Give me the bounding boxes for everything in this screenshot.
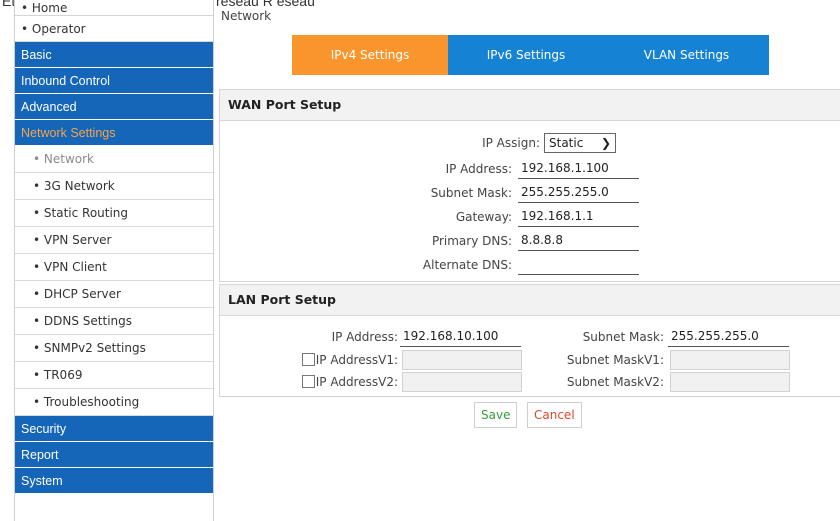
sidebar-section-system[interactable]: System (15, 468, 213, 494)
sidebar-section-security[interactable]: Security (15, 416, 213, 442)
lan-panel-title: LAN Port Setup (220, 285, 840, 316)
cancel-button[interactable]: Cancel (527, 402, 582, 428)
ip-assign-value: Static (549, 136, 584, 150)
settings-tabs: IPv4 Settings IPv6 Settings VLAN Setting… (292, 35, 769, 75)
ip-v2-checkbox[interactable] (301, 375, 315, 388)
wan-subnet-mask-field[interactable]: 255.255.255.0 (518, 183, 639, 203)
lan-ip-address-field[interactable]: 192.168.10.100 (400, 327, 521, 347)
chevron-down-icon: ❯ (600, 136, 611, 150)
page-title: Network (221, 9, 272, 23)
sidebar-item-vpn-client[interactable]: • VPN Client (15, 254, 213, 281)
wan-gateway-label: Gateway: (455, 210, 512, 224)
ip-v1-checkbox[interactable] (301, 353, 315, 366)
lan-subnet-v1-label: Subnet MaskV1: (566, 353, 664, 367)
sidebar-item-ddns-settings[interactable]: • DDNS Settings (15, 308, 213, 335)
lan-ip-v2-label-wrap: IP AddressV2: (280, 372, 398, 392)
lan-ip-v2-field (402, 372, 522, 392)
sidebar-section-advanced[interactable]: Advanced (15, 94, 213, 120)
tab-ipv4-settings[interactable]: IPv4 Settings (292, 35, 448, 75)
ip-assign-label: IP Assign: (482, 136, 540, 150)
lan-ip-v1-label: IP AddressV1: (315, 353, 398, 367)
wan-primary-dns-label: Primary DNS: (431, 234, 512, 248)
sidebar-section-inbound-control[interactable]: Inbound Control (15, 68, 213, 94)
sidebar-item-vpn-server[interactable]: • VPN Server (15, 227, 213, 254)
save-button[interactable]: Save (474, 402, 518, 428)
sidebar-item-static-routing[interactable]: • Static Routing (15, 200, 213, 227)
sidebar-section-basic[interactable]: Basic (15, 42, 213, 68)
sidebar-item-home[interactable]: • Home (15, 0, 213, 16)
lan-subnet-v2-field (670, 372, 790, 392)
lan-port-panel: LAN Port Setup IP Address: 192.168.10.10… (219, 284, 840, 397)
sidebar-item-dhcp-server[interactable]: • DHCP Server (15, 281, 213, 308)
lan-subnet-mask-field[interactable]: 255.255.255.0 (668, 327, 789, 347)
sidebar-item-tr069[interactable]: • TR069 (15, 362, 213, 389)
wan-ip-address-field[interactable]: 192.168.1.100 (518, 159, 639, 179)
lan-ip-address-label: IP Address: (331, 330, 398, 344)
lan-ip-v2-label: IP AddressV2: (315, 375, 398, 389)
sidebar-item-operator[interactable]: • Operator (15, 16, 213, 42)
ip-assign-select[interactable]: Static ❯ (544, 133, 616, 153)
lan-subnet-v1-field (670, 350, 790, 370)
lan-ip-v1-field (402, 350, 522, 370)
sidebar-item-3g-network[interactable]: • 3G Network (15, 173, 213, 200)
wan-subnet-mask-label: Subnet Mask: (430, 186, 512, 200)
wan-panel-title: WAN Port Setup (220, 90, 840, 121)
tab-ipv6-settings[interactable]: IPv6 Settings (448, 35, 604, 75)
wan-alternate-dns-label: Alternate DNS: (422, 258, 512, 272)
tab-vlan-settings[interactable]: VLAN Settings (604, 35, 769, 75)
lan-ip-v1-label-wrap: IP AddressV1: (280, 350, 398, 370)
sidebar-item-network[interactable]: • Network (15, 146, 213, 173)
sidebar-section-report[interactable]: Report (15, 442, 213, 468)
sidebar: • Home • Operator Basic Inbound Control … (14, 0, 214, 521)
wan-gateway-field[interactable]: 192.168.1.1 (518, 207, 639, 227)
wan-primary-dns-field[interactable]: 8.8.8.8 (518, 231, 639, 251)
sidebar-item-troubleshooting[interactable]: • Troubleshooting (15, 389, 213, 416)
sidebar-item-snmpv2-settings[interactable]: • SNMPv2 Settings (15, 335, 213, 362)
wan-port-panel: WAN Port Setup IP Assign: Static ❯ IP Ad… (219, 89, 840, 282)
wan-alternate-dns-field[interactable] (518, 255, 639, 275)
wan-ip-address-label: IP Address: (445, 162, 512, 176)
lan-subnet-v2-label: Subnet MaskV2: (566, 375, 664, 389)
lan-subnet-mask-label: Subnet Mask: (582, 330, 664, 344)
sidebar-section-network-settings[interactable]: Network Settings (15, 120, 213, 146)
